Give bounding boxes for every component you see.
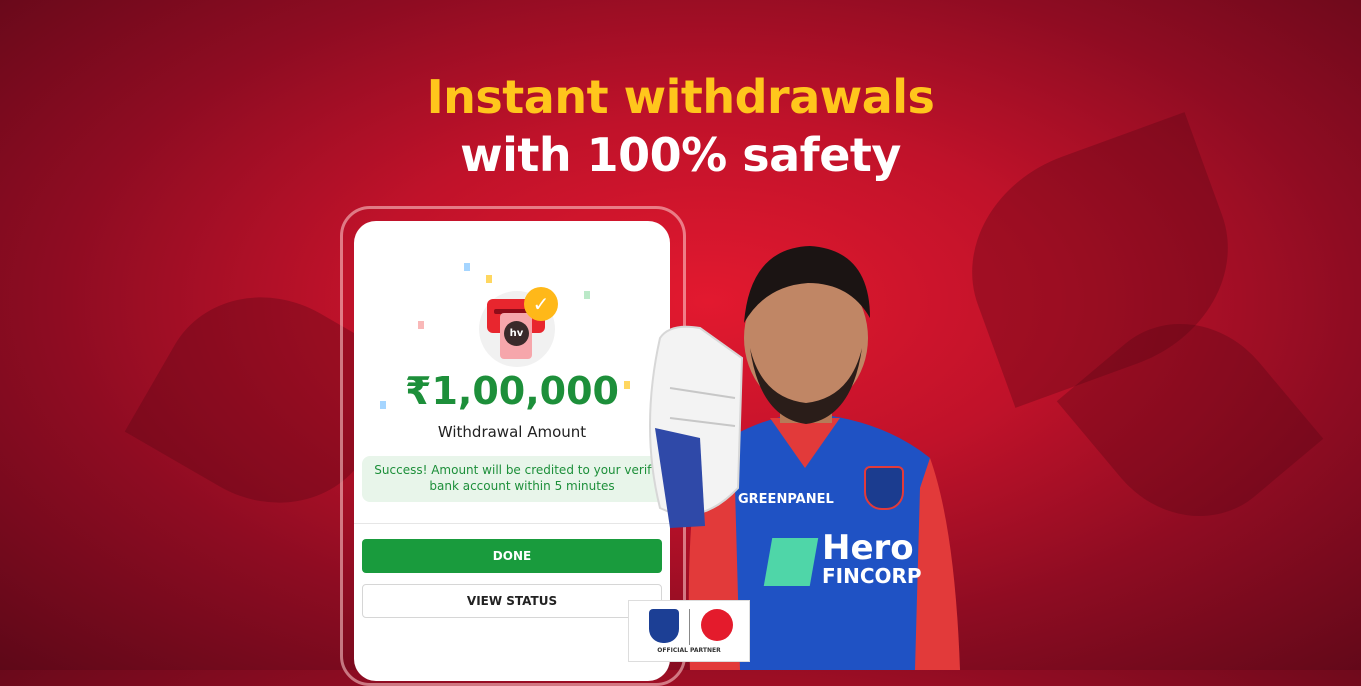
delhi-capitals-logo-icon: [649, 609, 679, 643]
confetti: [464, 263, 470, 271]
jersey-brand-mark-icon: [763, 538, 819, 586]
cricket-ball-logo-icon: [701, 609, 733, 641]
confetti: [486, 275, 492, 283]
confetti: [418, 321, 424, 329]
team-badge-icon: [864, 466, 904, 510]
withdrawal-amount: ₹1,00,000: [405, 369, 619, 413]
divider: [354, 523, 670, 524]
done-button[interactable]: DONE: [362, 539, 662, 573]
withdrawal-amount-label: Withdrawal Amount: [437, 423, 587, 441]
withdrawal-screen: hv ✓ ₹1,00,000 Withdrawal Amount Success…: [354, 221, 670, 681]
jersey-brand-sub: FINCORP: [822, 564, 922, 588]
confetti: [584, 291, 590, 299]
view-status-button[interactable]: VIEW STATUS: [362, 584, 662, 618]
jersey-brand: Hero: [822, 528, 914, 568]
headline-line-2: with 100% safety: [460, 128, 901, 182]
checkmark-icon: ✓: [524, 287, 558, 321]
jersey-sponsor: GREENPANEL: [738, 492, 834, 507]
success-message: Success! Amount will be credited to your…: [362, 456, 670, 502]
official-partner-label: OFFICIAL PARTNER: [657, 647, 721, 654]
official-partner-badge: OFFICIAL PARTNER: [628, 600, 750, 662]
headline-line-1: Instant withdrawals: [426, 70, 935, 124]
app-logo-icon: hv: [504, 321, 529, 346]
partner-separator: [689, 609, 690, 645]
